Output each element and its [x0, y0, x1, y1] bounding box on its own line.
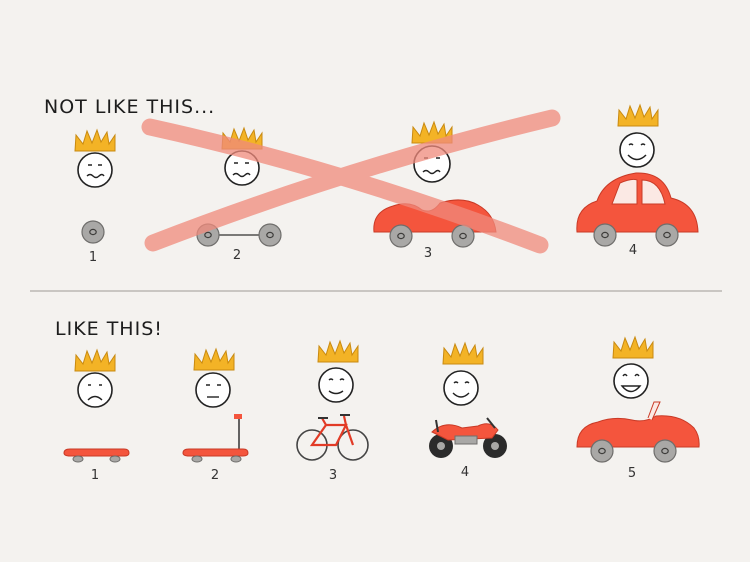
- bottom-scooter: [182, 414, 249, 463]
- bottom-person-2: [193, 348, 235, 408]
- bottom-motorcycle: [429, 417, 507, 458]
- bottom-bicycle: [296, 414, 369, 461]
- top-car: [576, 172, 699, 247]
- bottom-person-1: [74, 349, 116, 408]
- cross-out-mark: [141, 109, 561, 254]
- bottom-person-4: [442, 342, 484, 406]
- illustrations: [63, 104, 700, 463]
- bottom-convertible: [576, 401, 700, 463]
- mvp-diagram: NOT LIKE THIS... LIKE THIS! 1 2 3 4 1 2 …: [0, 0, 750, 562]
- top-person-1: [74, 129, 116, 188]
- bottom-person-5: [612, 336, 654, 399]
- top-person-4: [617, 104, 659, 168]
- bottom-skateboard: [63, 448, 130, 463]
- bottom-person-3: [317, 340, 359, 403]
- top-wheel: [81, 220, 105, 244]
